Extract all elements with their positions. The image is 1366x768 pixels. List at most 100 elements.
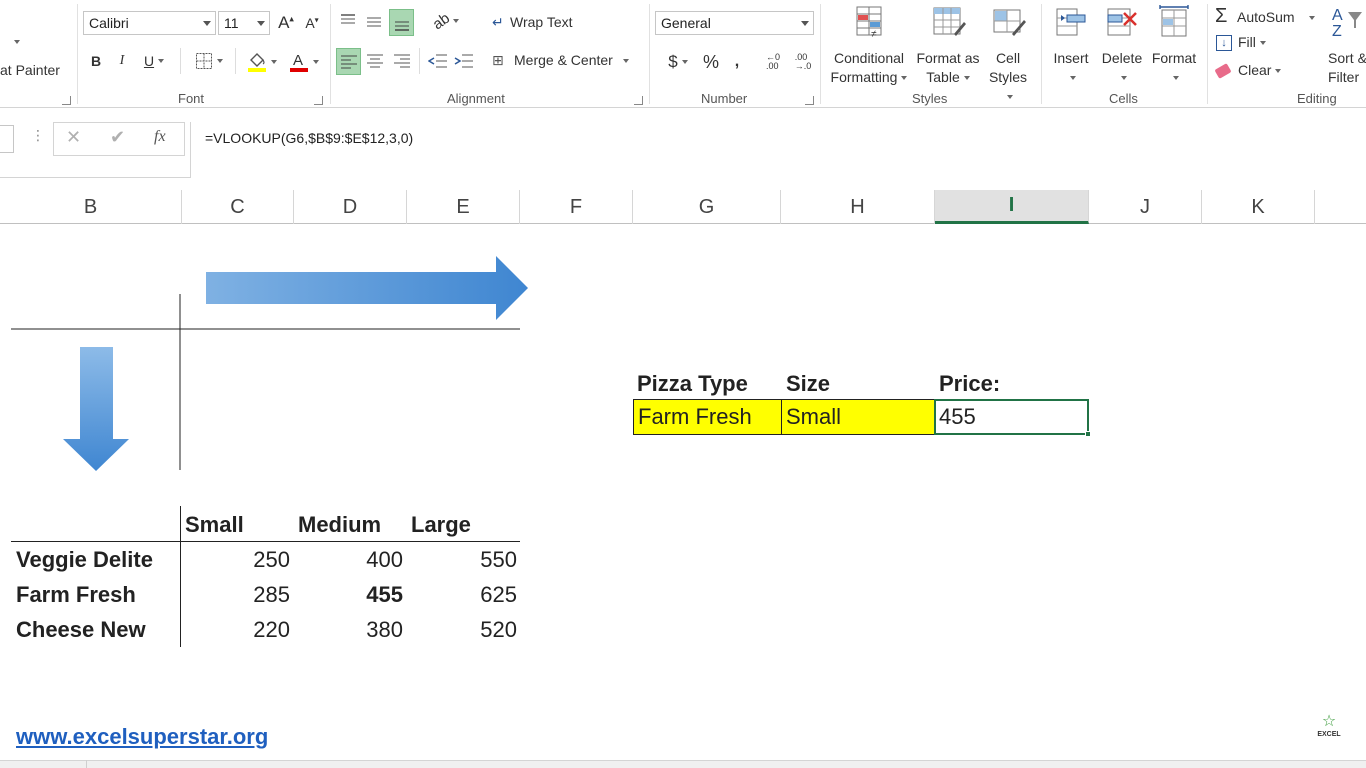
italic-button[interactable]: I [112,50,132,72]
decrease-decimal-icon: .00 →.0 [794,52,812,71]
table-cell[interactable]: 285 [190,579,290,611]
table-cell[interactable]: 250 [190,544,290,576]
clipboard-launcher-icon[interactable] [62,96,71,105]
decrease-decimal-button[interactable]: .00 →.0 [790,50,816,74]
currency-button[interactable]: $ [660,50,696,74]
formula-buttons: ✕ ✔ fx [53,122,185,156]
table-cell[interactable]: 625 [417,579,517,611]
table-cell[interactable]: 520 [417,614,517,646]
alignment-group-label: Alignment [447,91,505,106]
format-painter-button[interactable]: at Painter [0,62,60,78]
sort-filter-button[interactable]: AZ Sort & Filter [1322,4,1366,87]
increase-decimal-button[interactable]: ←0.00 [760,50,786,74]
align-right-button[interactable] [391,49,413,73]
bold-button[interactable]: B [86,50,106,72]
cancel-x-icon[interactable]: ✕ [66,127,81,148]
align-left-button[interactable] [336,48,361,75]
column-header-i-selected[interactable]: I [935,190,1089,224]
chevron-down-icon [1007,95,1013,100]
underline-button[interactable]: U [138,50,170,72]
insert-function-icon[interactable]: fx [154,128,166,146]
number-launcher-icon[interactable] [805,96,814,105]
wrap-text-icon: ↵ [492,14,504,30]
column-header-label: I [1008,194,1015,216]
column-header-label: F [569,195,583,218]
increase-indent-button[interactable] [453,49,475,73]
column-header-g[interactable]: G [633,190,781,224]
align-center-icon [367,54,383,68]
decrease-indent-icon [428,54,447,68]
fill-handle[interactable] [1085,431,1091,437]
table-header-small[interactable]: Small [185,509,244,541]
shrink-font-button[interactable]: A▾ [301,11,323,35]
font-name-dropdown[interactable]: Calibri [83,11,216,35]
column-header-h[interactable]: H [781,190,935,224]
grow-font-button[interactable]: A▴ [275,11,297,35]
font-color-button[interactable]: A [285,50,323,74]
font-size-dropdown[interactable]: 11 [218,11,270,35]
size-header[interactable]: Size [786,368,830,400]
row-label[interactable]: Veggie Delite [16,544,153,576]
middle-align-button[interactable] [363,9,385,33]
column-header-c[interactable]: C [182,190,294,224]
cell-styles-button[interactable]: Cell Styles [984,4,1032,106]
worksheet-grid[interactable]: Pizza Type Size Price: Farm Fresh Small … [0,224,1366,760]
autosum-label: AutoSum [1237,9,1295,25]
column-header-k[interactable]: K [1202,190,1315,224]
table-cell[interactable]: 550 [417,544,517,576]
table-header-medium[interactable]: Medium [298,509,381,541]
pizza-type-header[interactable]: Pizza Type [637,368,748,400]
orientation-button[interactable]: ab [428,9,464,33]
fill-label: Fill [1238,34,1256,50]
horizontal-scrollbar[interactable] [86,760,1366,768]
percent-button[interactable]: % [700,50,722,74]
enter-check-icon[interactable]: ✔ [110,127,125,148]
row-label[interactable]: Cheese New [16,614,146,646]
top-align-button[interactable] [337,9,359,33]
bottom-align-button[interactable] [389,9,414,36]
column-header-label: J [1140,195,1150,218]
chevron-down-icon [1121,76,1127,81]
website-link[interactable]: www.excelsuperstar.org [16,721,268,753]
decrease-indent-button[interactable] [427,49,449,73]
alignment-launcher-icon[interactable] [634,96,643,105]
fill-button[interactable]: ↓ Fill [1216,34,1266,52]
comma-style-button[interactable]: , [726,50,748,74]
chevron-down-icon [257,21,265,26]
table-cell[interactable]: 220 [190,614,290,646]
align-center-button[interactable] [364,49,386,73]
autosum-button[interactable]: Σ AutoSum [1215,5,1315,28]
merge-center-button[interactable]: ⊞ Merge & Center [492,52,629,69]
conditional-formatting-button[interactable]: ≠ Conditional Formatting [826,4,912,87]
price-header[interactable]: Price: [939,368,1000,400]
delete-cells-button[interactable]: Delete [1098,4,1146,87]
borders-button[interactable] [190,50,228,72]
insert-cells-button[interactable]: Insert [1048,4,1094,87]
format-as-table-button[interactable]: Format as Table [914,4,982,87]
price-result-cell-selected[interactable]: 455 [934,399,1091,437]
column-header-f[interactable]: F [520,190,633,224]
format-cells-button[interactable]: Format [1148,4,1200,87]
chevron-down-icon [271,60,277,64]
chevron-down-icon [14,40,20,44]
pizza-type-input-cell[interactable]: Farm Fresh [633,399,782,435]
font-launcher-icon[interactable] [314,96,323,105]
wrap-text-button[interactable]: ↵ Wrap Text [492,14,573,31]
fill-color-button[interactable] [243,50,281,74]
column-header-j[interactable]: J [1089,190,1202,224]
column-header-d[interactable]: D [294,190,407,224]
size-input-cell[interactable]: Small [781,399,935,435]
table-cell[interactable]: 400 [303,544,403,576]
column-header-e[interactable]: E [407,190,520,224]
table-header-large[interactable]: Large [411,509,471,541]
row-label[interactable]: Farm Fresh [16,579,136,611]
number-format-dropdown[interactable]: General [655,11,814,35]
formula-input[interactable]: =VLOOKUP(G6,$B$9:$E$12,3,0) [190,122,1366,178]
table-cell[interactable]: 380 [303,614,403,646]
column-header-label: K [1251,195,1265,218]
table-cell-highlighted[interactable]: 455 [303,579,403,611]
drag-handle-icon[interactable]: ⋮ [31,127,45,144]
column-header-b[interactable]: B [0,190,182,224]
name-box[interactable] [0,125,14,153]
clear-button[interactable]: Clear [1214,62,1282,80]
